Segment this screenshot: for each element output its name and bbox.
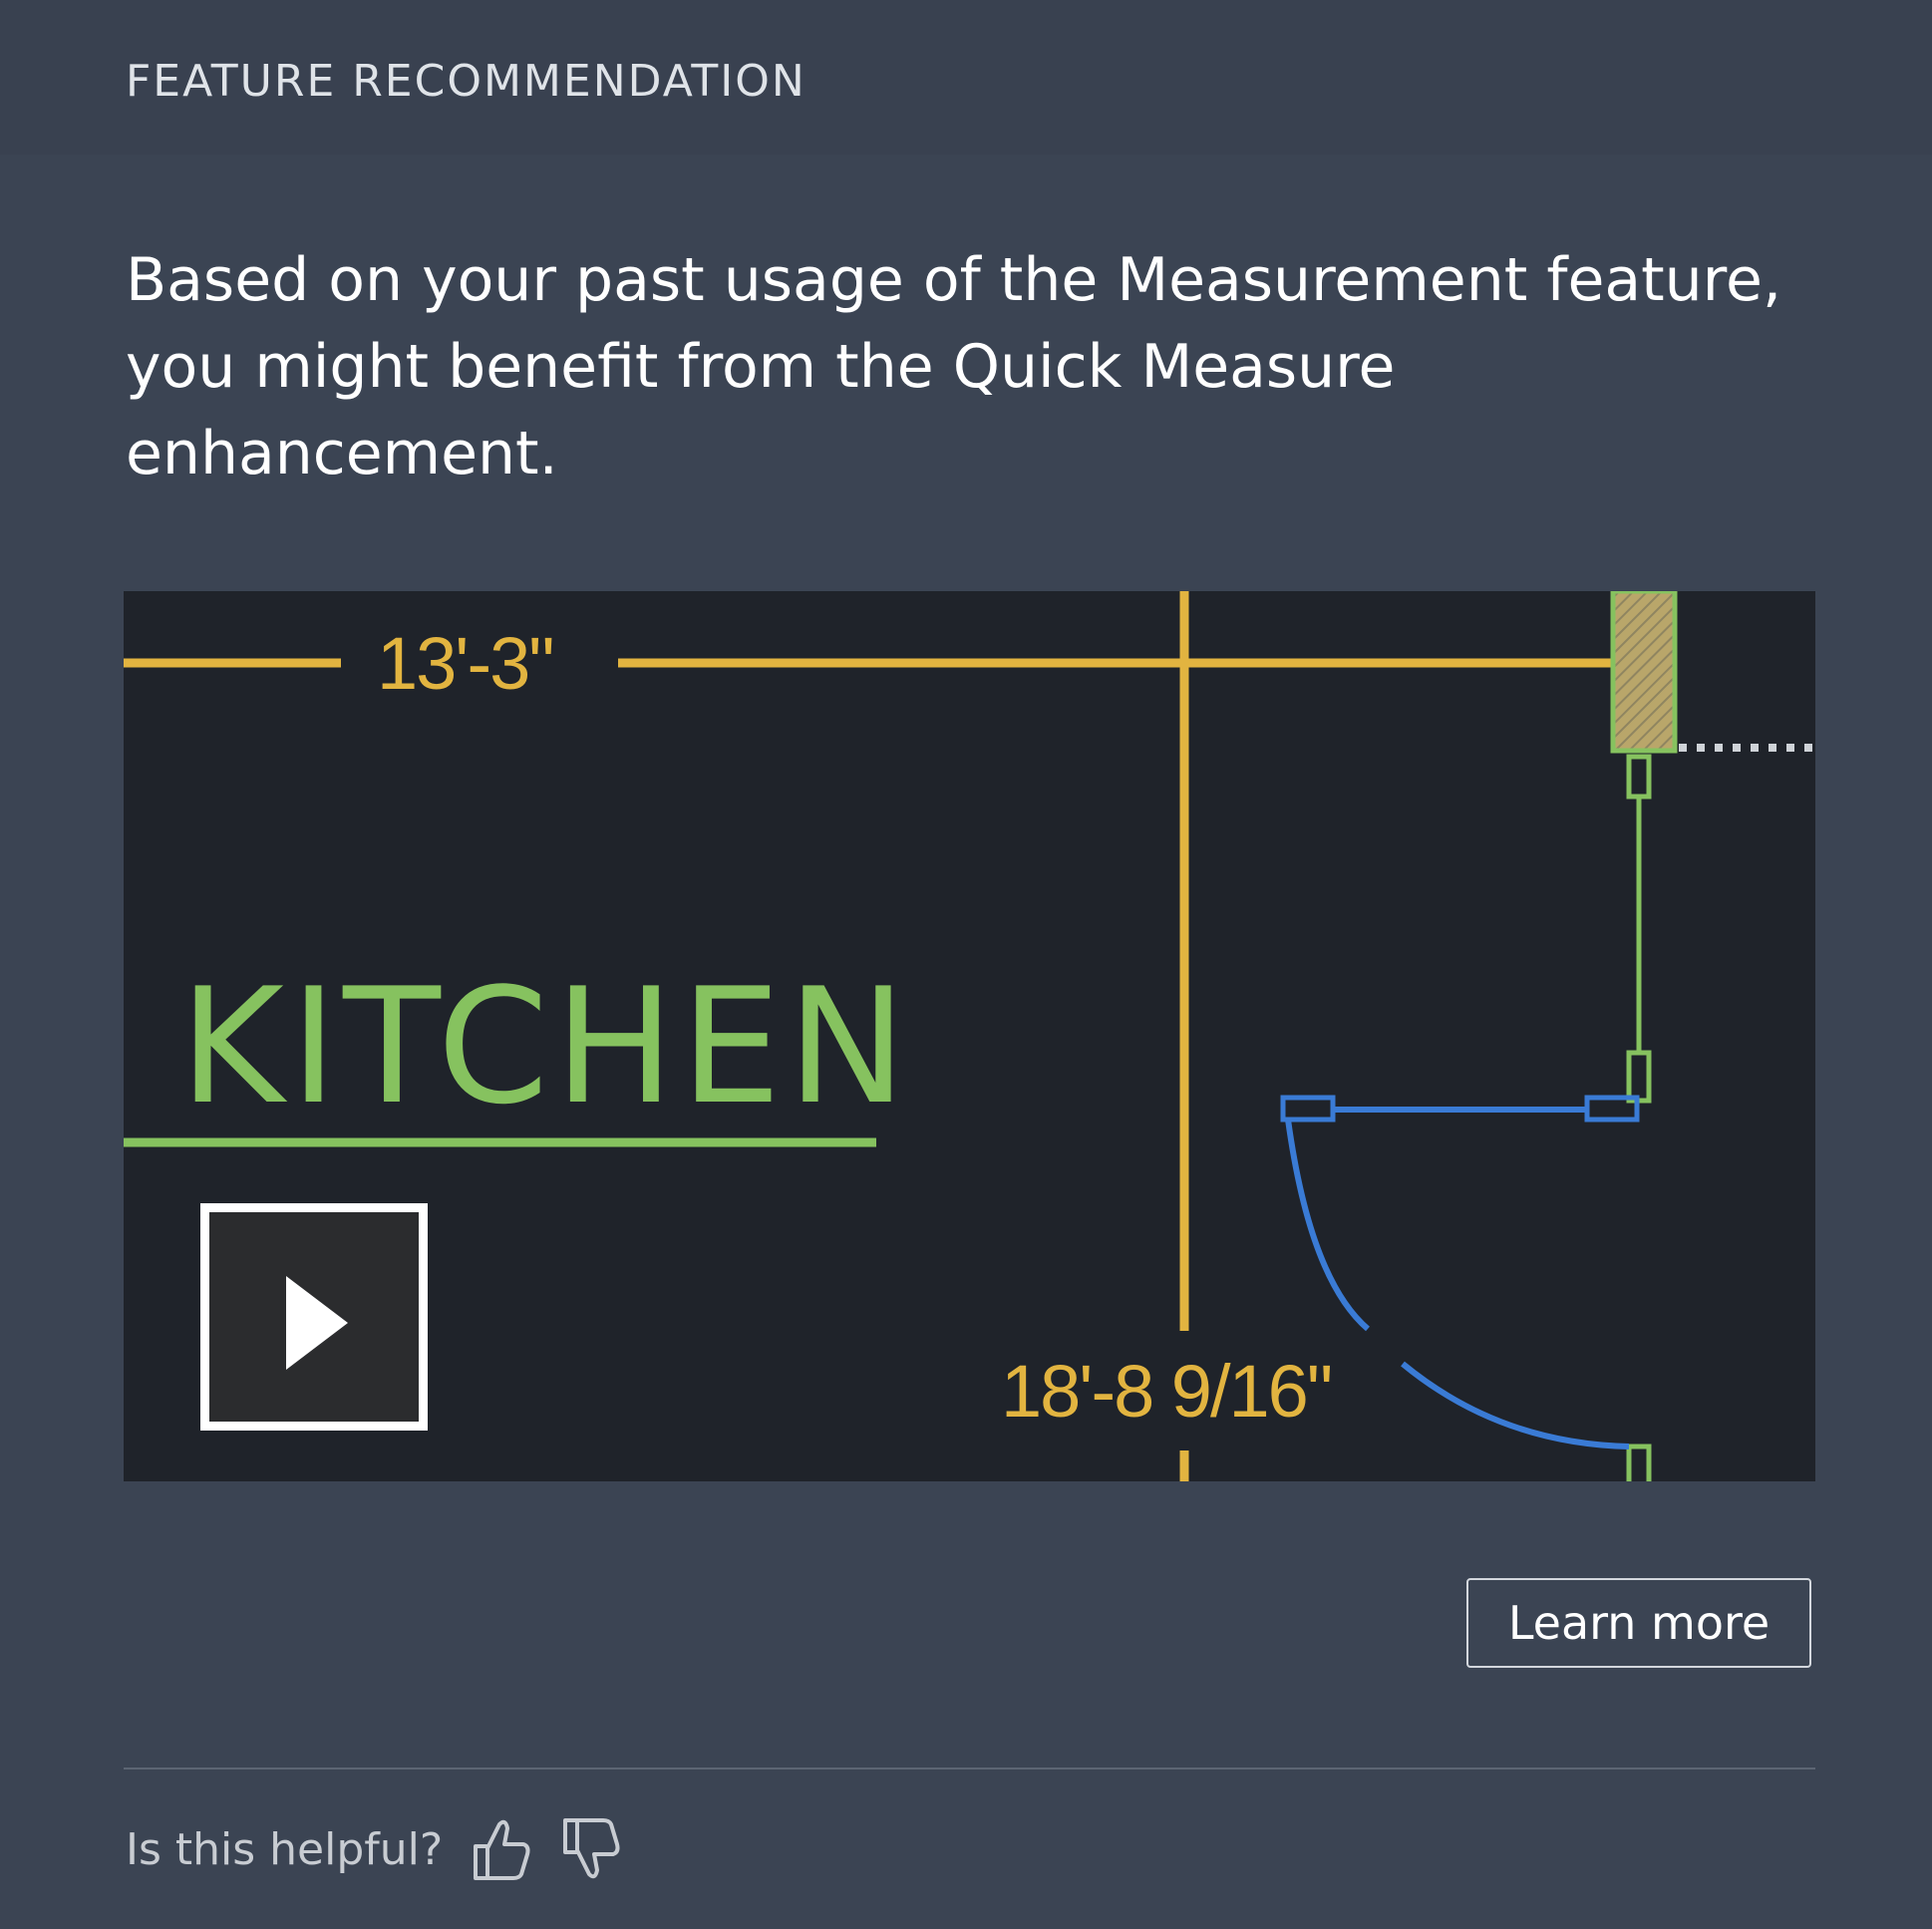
- recommendation-message: Based on your past usage of the Measurem…: [126, 245, 1782, 488]
- dimension-label-top: 13'-3": [377, 622, 555, 705]
- card-header: FEATURE RECOMMENDATION: [0, 0, 1932, 155]
- door-jamb-mid: [1626, 1050, 1652, 1104]
- door-jamb-top: [1626, 754, 1652, 800]
- thumbs-up-icon[interactable]: [470, 1816, 531, 1882]
- door-hinge-left: [1280, 1095, 1336, 1123]
- door-swing-arc-lower: [1401, 1361, 1630, 1449]
- play-icon: [286, 1276, 348, 1370]
- play-button[interactable]: [200, 1203, 428, 1431]
- dimension-label-bottom: 18'-8 9/16": [1001, 1350, 1333, 1433]
- wall-hatch: [1610, 591, 1678, 754]
- room-label-kitchen: KITCHEN: [179, 953, 913, 1139]
- door-swing-arc-upper: [1285, 1119, 1370, 1332]
- learn-more-button[interactable]: Learn more: [1466, 1578, 1811, 1668]
- divider: [124, 1768, 1815, 1769]
- video-preview[interactable]: 13'-3" 18'-8 9/16" KITCHEN: [124, 591, 1815, 1481]
- feedback-question: Is this helpful?: [126, 1824, 444, 1875]
- thumbs-down-icon[interactable]: [559, 1816, 621, 1882]
- door-jamb-bottom: [1626, 1444, 1652, 1481]
- card-eyebrow-title: FEATURE RECOMMENDATION: [126, 56, 806, 107]
